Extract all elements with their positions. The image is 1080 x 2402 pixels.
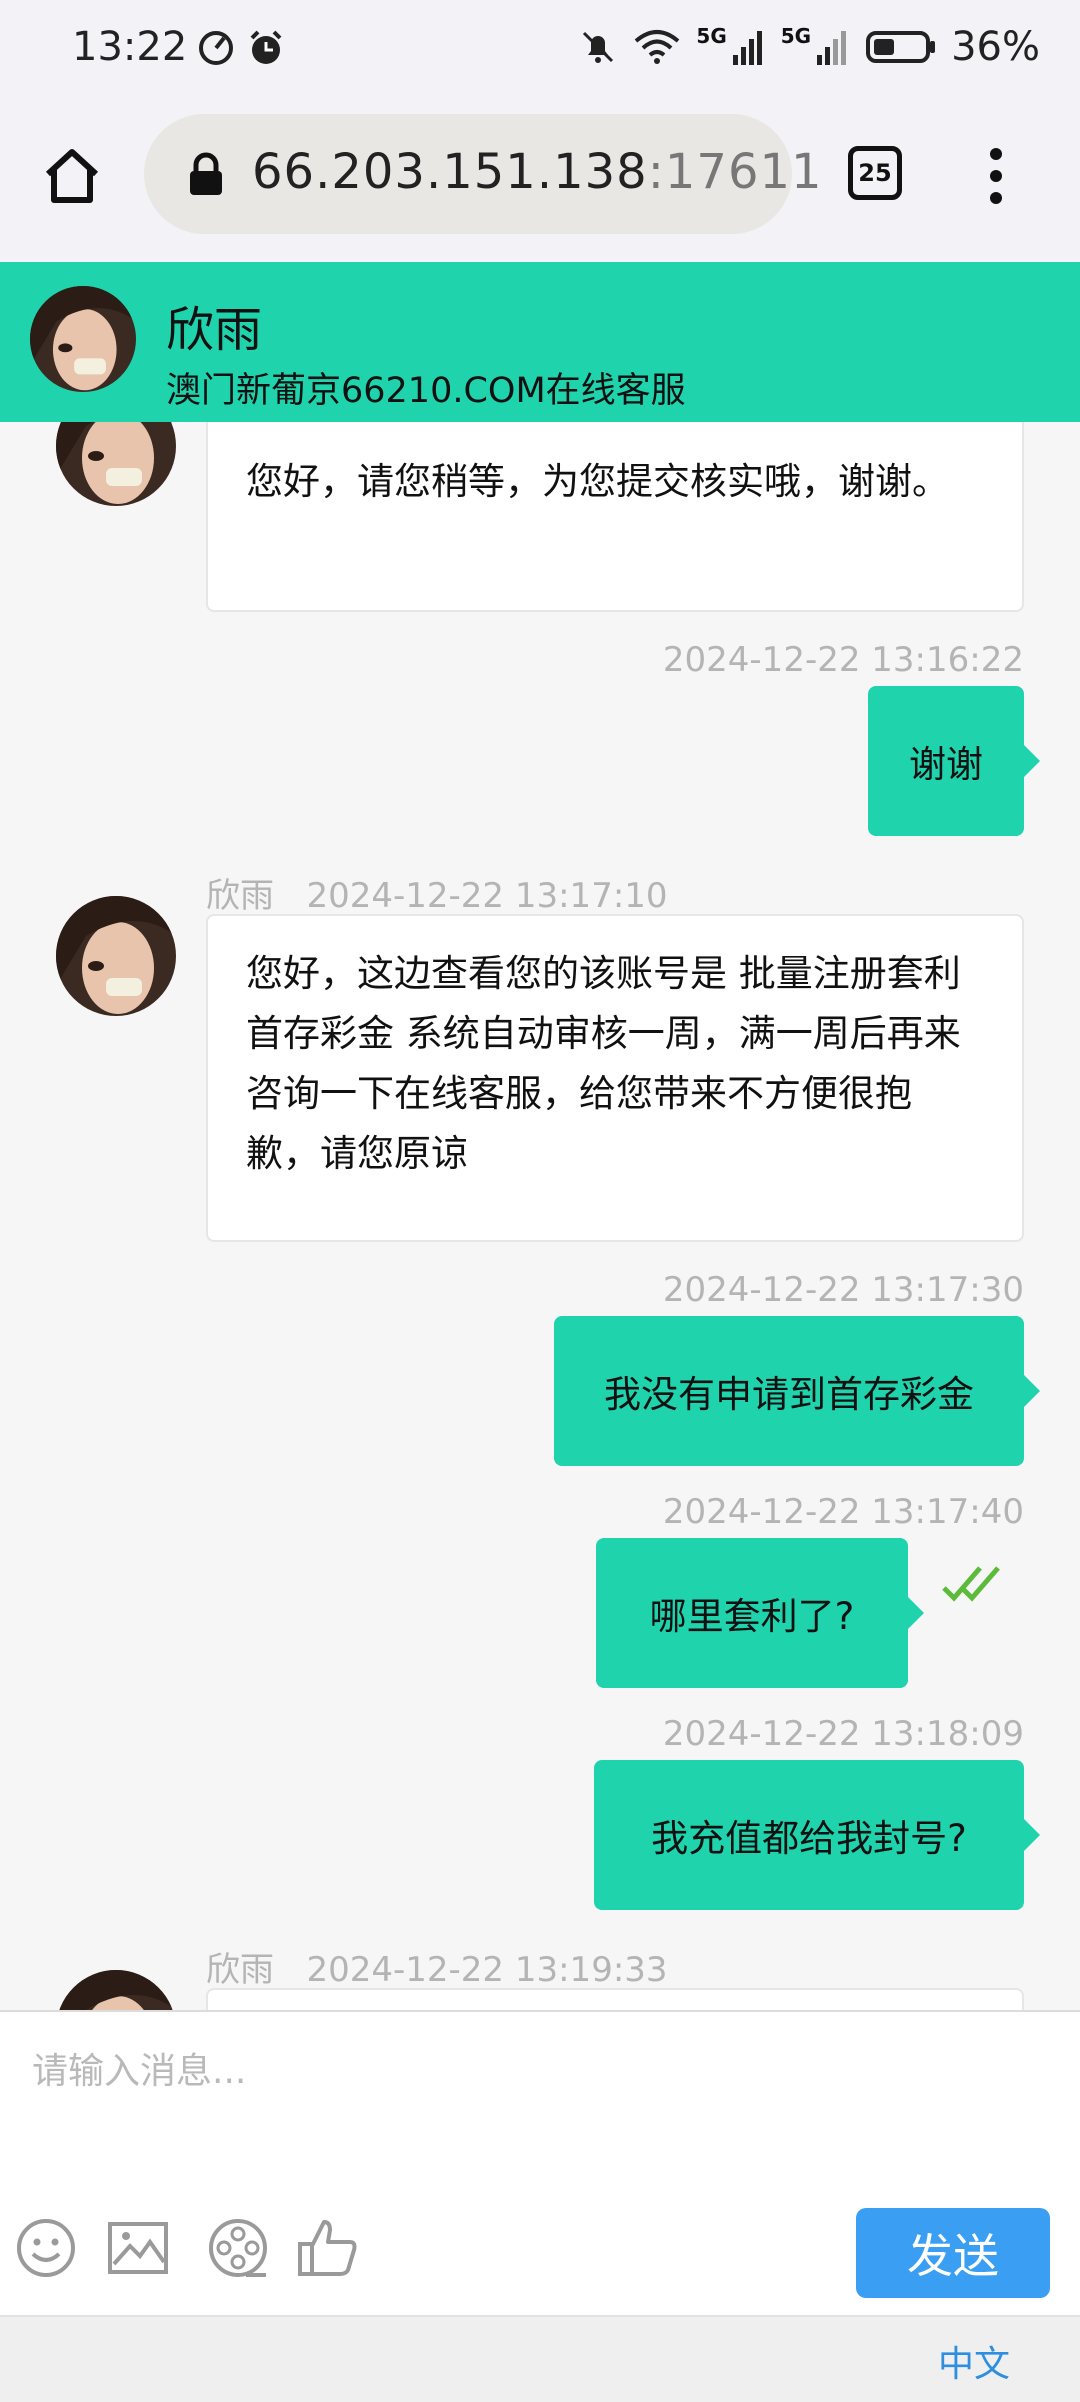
mute-icon (583, 31, 614, 63)
language-switch[interactable]: 中文 (938, 2335, 1010, 2387)
tab-switcher-button[interactable]: 25 (848, 146, 902, 200)
status-bar: 13:22 5G 5G 36% (0, 0, 1080, 100)
message-meta: 欣雨 2024-12-22 13:19:33 (206, 1942, 668, 1991)
message-text: 您好，这边查看您的该账号是 批量注册套利首存彩金 系统自动审核一周，满一周后再来… (246, 952, 961, 1175)
composer: 发送 (0, 2010, 1080, 2317)
service-subtitle: 澳门新葡京66210.COM在线客服 (166, 371, 686, 411)
more-menu-icon[interactable] (980, 146, 1012, 206)
alarm-icon (250, 30, 282, 64)
chat-header: 欣雨 澳门新葡京66210.COM在线客服 (0, 262, 1080, 422)
message-list[interactable]: 您好，请您稍等，为您提交核实哦，谢谢。 2024-12-22 13:16:22 … (0, 422, 1080, 2010)
agent-avatar (30, 286, 136, 392)
message-time: 2024-12-22 13:17:30 (662, 1270, 1024, 1310)
url-host: 66.203.151.138 (252, 144, 648, 200)
address-bar[interactable]: 66.203.151.138:17611 (144, 114, 822, 234)
signal-icon-1 (732, 31, 762, 65)
incoming-message: 您好，这边查看您的该账号是 批量注册套利首存彩金 系统自动审核一周，满一周后再来… (206, 914, 1024, 1242)
language-bar: 中文 (0, 2315, 1080, 2402)
message-time: 2024-12-22 13:17:10 (306, 876, 668, 916)
battery-icon (866, 31, 936, 63)
battery-percent: 36% (951, 24, 1040, 70)
wifi-icon (635, 30, 680, 64)
message-time: 2024-12-22 13:16:22 (662, 640, 1024, 680)
message-text: 哪里套利了? (649, 1595, 855, 1638)
home-icon[interactable] (40, 144, 104, 208)
message-text: 您好，请您稍等，为您提交核实哦，谢谢。 (246, 460, 949, 503)
outgoing-message: 谢谢 (868, 686, 1040, 836)
url-text: 66.203.151.138:17611 (252, 144, 823, 200)
message-text: 我没有申请到首存彩金 (604, 1373, 974, 1416)
network-label-1: 5G (696, 24, 727, 48)
emoji-icon[interactable] (14, 2216, 78, 2280)
send-button[interactable]: 发送 (856, 2208, 1050, 2298)
message-meta: 欣雨 2024-12-22 13:17:10 (206, 868, 668, 917)
message-time: 2024-12-22 13:17:40 (662, 1492, 1024, 1532)
incoming-message (206, 1988, 1024, 2010)
data-saver-icon (199, 31, 233, 65)
signal-icon-2 (817, 31, 847, 65)
outgoing-message: 我没有申请到首存彩金 (554, 1316, 1040, 1466)
thumbs-up-icon[interactable] (296, 2216, 360, 2280)
image-icon[interactable] (106, 2216, 170, 2280)
message-text: 谢谢 (909, 743, 983, 786)
message-sender: 欣雨 (206, 876, 274, 916)
outgoing-message: 哪里套利了? (596, 1538, 924, 1688)
message-time: 2024-12-22 13:18:09 (662, 1714, 1024, 1754)
incoming-message: 您好，请您稍等，为您提交核实哦，谢谢。 (206, 422, 1024, 612)
outgoing-message: 我充值都给我封号? (594, 1760, 1040, 1910)
agent-avatar (56, 896, 176, 1016)
message-sender: 欣雨 (206, 1950, 274, 1990)
tab-count: 25 (858, 159, 892, 187)
clock: 13:22 (72, 24, 188, 70)
message-input[interactable] (30, 2040, 1054, 2102)
url-port: :17611 (647, 144, 823, 200)
video-icon[interactable] (206, 2216, 270, 2280)
read-check-icon (942, 1566, 1000, 1602)
message-text: 我充值都给我封号? (651, 1817, 967, 1860)
message-time: 2024-12-22 13:19:33 (306, 1950, 668, 1990)
browser-toolbar: 66.203.151.138:17611 25 (0, 100, 1080, 260)
agent-avatar (56, 1970, 176, 2010)
lock-icon (190, 152, 222, 195)
agent-name: 欣雨 (166, 302, 263, 358)
network-label-2: 5G (780, 24, 812, 48)
agent-avatar (56, 422, 176, 506)
